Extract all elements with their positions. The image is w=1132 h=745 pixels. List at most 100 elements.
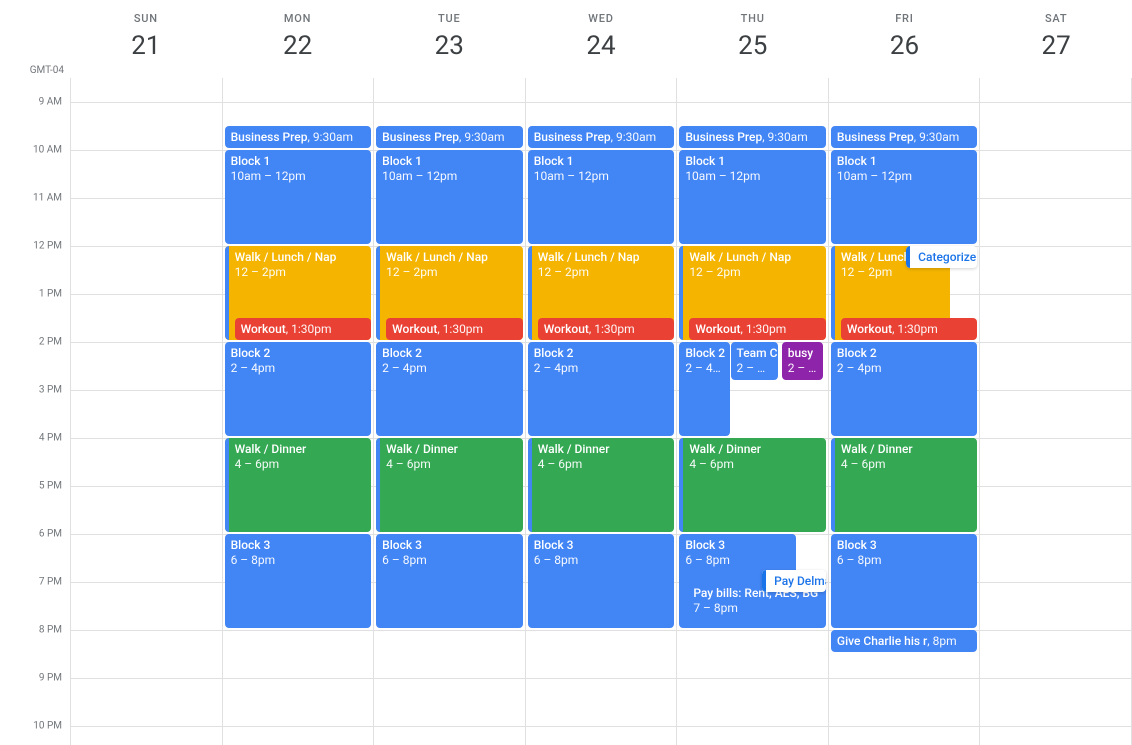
event-title: Walk / Dinner <box>235 442 307 456</box>
calendar-event[interactable]: Block 22 – 4pm <box>528 342 675 436</box>
calendar-event[interactable]: Block 36 – 8pm <box>225 534 372 628</box>
hour-label: 2 PM <box>39 337 62 348</box>
event-accent-bar <box>831 246 835 340</box>
event-title: Business Prep <box>231 130 308 144</box>
day-header[interactable]: MON 22 <box>222 0 374 78</box>
event-time: 9:30am <box>762 130 808 144</box>
calendar-event[interactable]: Business Prep9:30am <box>831 126 978 148</box>
hour-label: 10 PM <box>33 721 62 732</box>
day-header[interactable]: FRI 26 <box>829 0 981 78</box>
event-accent-bar <box>679 246 683 340</box>
calendar-event[interactable]: Workout1:30pm <box>386 318 523 340</box>
day-name: MON <box>222 12 374 25</box>
calendar-event[interactable]: Block 22 – 4pm <box>679 342 729 436</box>
calendar-event[interactable]: Workout1:30pm <box>841 318 978 340</box>
event-title: Walk / Dinner <box>538 442 610 456</box>
event-accent-bar <box>225 246 229 340</box>
calendar-event[interactable]: Block 36 – 8pm <box>376 534 523 628</box>
day-header[interactable]: WED24 <box>525 0 677 78</box>
day-column[interactable]: Business Prep9:30amBlock 110am – 12pm Wal… <box>222 78 374 745</box>
day-header[interactable]: THU25 <box>677 0 829 78</box>
day-number[interactable]: 26 <box>829 31 981 61</box>
calendar-event[interactable]: Block 22 – 4pm <box>225 342 372 436</box>
calendar-event[interactable]: Block 22 – 4pm <box>376 342 523 436</box>
hour-label: 8 PM <box>39 625 62 636</box>
day-name: TUE <box>373 12 525 25</box>
day-name: SUN <box>70 12 222 25</box>
day-number[interactable]: 27 <box>980 31 1132 61</box>
timezone-gutter: GMT-04 <box>0 0 70 78</box>
event-title: Block 1 <box>534 154 574 168</box>
day-column[interactable]: Business Prep9:30amBlock 110am – 12pm Wal… <box>676 78 828 745</box>
calendar-event[interactable]: Block 110am – 12pm <box>528 150 675 244</box>
day-number[interactable]: 22 <box>222 31 374 61</box>
calendar-event[interactable]: Workout1:30pm <box>235 318 372 340</box>
event-title: Workout <box>544 322 589 336</box>
day-header[interactable]: SAT 27 <box>980 0 1132 78</box>
calendar-event[interactable]: Walk / Dinner4 – 6pm <box>679 438 826 532</box>
event-title: Walk / Dinner <box>841 442 913 456</box>
calendar-event[interactable]: Business Prep9:30am <box>376 126 523 148</box>
calendar-event[interactable]: Block 110am – 12pm <box>225 150 372 244</box>
calendar-event[interactable]: Walk / Dinner4 – 6pm <box>528 438 675 532</box>
event-title: Walk / Dinner <box>386 442 458 456</box>
calendar-event[interactable]: busy2 – 2:5 <box>782 342 823 380</box>
calendar-event[interactable]: Business Prep9:30am <box>679 126 826 148</box>
day-columns: Business Prep9:30amBlock 110am – 12pmWal… <box>70 78 1132 745</box>
day-column[interactable]: Business Prep9:30amBlock 110am – 12pm Wal… <box>373 78 525 745</box>
calendar-event[interactable]: Team C2 – 2:5 <box>731 342 778 380</box>
event-accent-bar <box>376 438 380 532</box>
event-time: 2 – 2:5 <box>788 361 817 376</box>
calendar-event[interactable]: Walk / Dinner4 – 6pm <box>225 438 372 532</box>
day-number[interactable]: 25 <box>677 31 829 61</box>
event-time: 4 – 6pm <box>538 457 669 472</box>
day-number[interactable]: 21 <box>70 31 222 61</box>
calendar-event[interactable]: Business Prep9:30am <box>528 126 675 148</box>
event-title: Walk / Dinner <box>689 442 761 456</box>
event-time: 4 – 6pm <box>235 457 366 472</box>
hour-label: 11 AM <box>33 193 62 204</box>
event-accent-bar <box>376 246 380 340</box>
calendar-event[interactable]: Pay Delmar <box>762 570 826 592</box>
calendar-event[interactable]: Give Charlie his r8pm <box>831 630 978 652</box>
event-accent-bar <box>762 570 766 592</box>
event-time: 2 – 4pm <box>382 361 517 376</box>
event-time: 6 – 8pm <box>231 553 366 568</box>
hour-label: 5 PM <box>39 481 62 492</box>
calendar-event[interactable]: Walk / Dinner4 – 6pm <box>376 438 523 532</box>
calendar-event[interactable]: Block 110am – 12pm <box>376 150 523 244</box>
day-header[interactable]: TUE 23 <box>373 0 525 78</box>
day-name: FRI <box>829 12 981 25</box>
event-title: Block 1 <box>685 154 725 168</box>
event-time: 8pm <box>927 634 956 648</box>
calendar-event[interactable]: Block 36 – 8pm <box>528 534 675 628</box>
event-time: 7 – 8pm <box>693 601 820 616</box>
calendar-event[interactable]: Categorize <box>906 246 977 268</box>
day-column[interactable]: Business Prep9:30amBlock 110am – 12pm Wal… <box>828 78 980 745</box>
day-header[interactable]: SUN 21 <box>70 0 222 78</box>
day-name: SAT <box>980 12 1132 25</box>
calendar-event[interactable]: Walk / Dinner4 – 6pm <box>831 438 978 532</box>
event-title: Block 1 <box>382 154 422 168</box>
event-accent-bar <box>528 246 532 340</box>
calendar-event[interactable]: Workout1:30pm <box>538 318 675 340</box>
calendar-event[interactable]: Block 36 – 8pm <box>831 534 978 628</box>
event-title: Block 3 <box>837 538 877 552</box>
calendar-event[interactable]: Block 110am – 12pm <box>679 150 826 244</box>
event-time: 12 – 2pm <box>386 265 517 280</box>
calendar-event[interactable]: Block 110am – 12pm <box>831 150 978 244</box>
day-number[interactable]: 23 <box>373 31 525 61</box>
day-column[interactable] <box>979 78 1132 745</box>
calendar-event[interactable]: Block 22 – 4pm <box>831 342 978 436</box>
day-column[interactable]: Business Prep9:30amBlock 110am – 12pm Wal… <box>525 78 677 745</box>
event-title: Block 3 <box>685 538 725 552</box>
event-title: Business Prep <box>534 130 611 144</box>
day-number[interactable]: 24 <box>525 31 677 61</box>
event-accent-bar <box>528 438 532 532</box>
event-time: 2 – 4pm <box>534 361 669 376</box>
calendar-event[interactable]: Workout1:30pm <box>689 318 826 340</box>
day-column[interactable] <box>70 78 222 745</box>
calendar-event[interactable]: Business Prep9:30am <box>225 126 372 148</box>
event-time: 12 – 2pm <box>538 265 669 280</box>
event-title: Workout <box>392 322 437 336</box>
